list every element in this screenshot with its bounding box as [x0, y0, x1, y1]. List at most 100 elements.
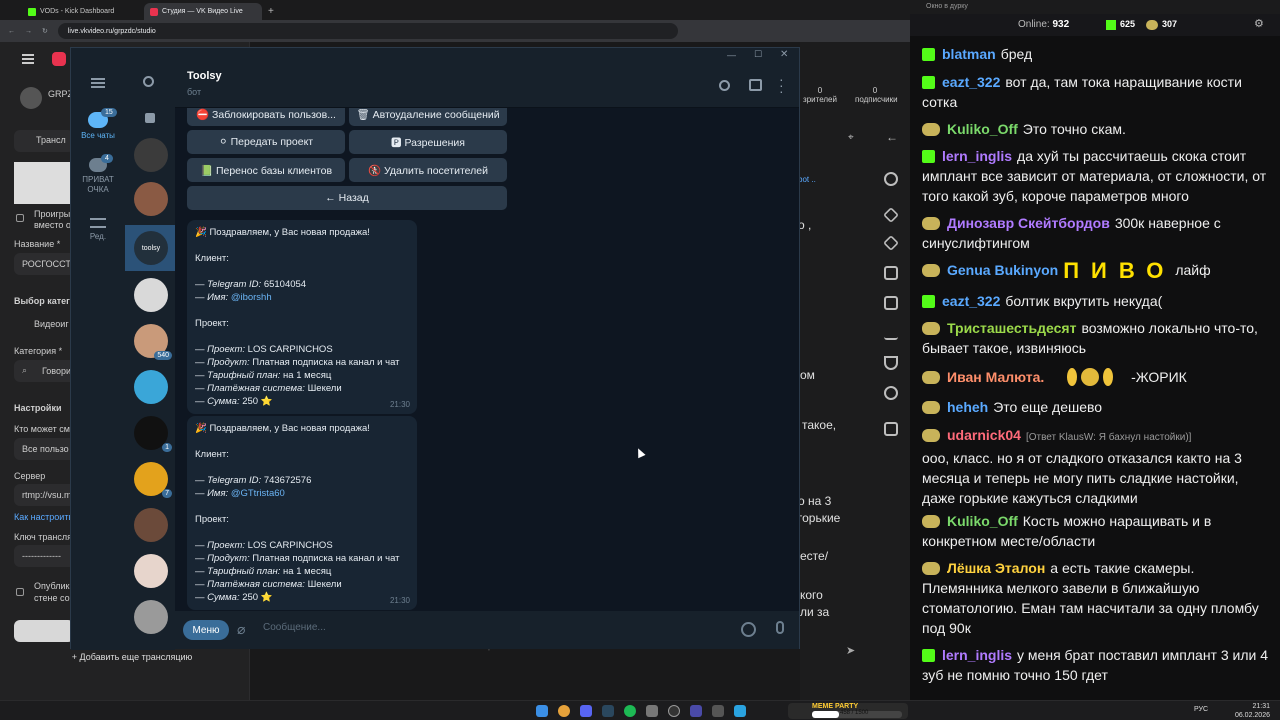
trophy-icon[interactable] — [884, 356, 898, 370]
pivo-badge-icon — [922, 401, 940, 414]
app-icon[interactable] — [646, 705, 658, 717]
pin-icon[interactable]: ⌖ — [848, 132, 854, 143]
chat-username[interactable]: Genua Bukinyon — [947, 262, 1058, 278]
chat-username[interactable]: Kuliko_Off — [947, 513, 1018, 529]
kb-block-user[interactable]: ⛔ Заблокировать пользов... — [187, 108, 345, 126]
chat-avatar[interactable] — [134, 370, 168, 404]
kb-transfer-project[interactable]: ⚪ Передать проект — [187, 130, 345, 154]
chat-username[interactable]: eazt_322 — [942, 293, 1000, 309]
hamburger-icon[interactable] — [91, 78, 105, 80]
obs-icon[interactable] — [668, 705, 680, 717]
steam-icon[interactable] — [602, 705, 614, 717]
back-icon[interactable]: ← — [8, 28, 15, 35]
add-stream-button[interactable]: + Добавить еще трансляцию — [14, 652, 250, 670]
meme-party-widget: MEME PARTY 458 / 1500 — [788, 703, 908, 719]
browser-tab-kick[interactable]: VODs - Kick Dashboard — [22, 3, 140, 20]
chat-username[interactable]: lern_inglis — [942, 148, 1012, 164]
chat-avatar[interactable]: 540 — [134, 324, 172, 360]
chat-avatar[interactable] — [134, 554, 168, 588]
chat-username[interactable]: eazt_322 — [942, 74, 1000, 90]
chat-avatar[interactable] — [134, 182, 168, 216]
kb-back[interactable]: ← Назад — [187, 186, 507, 210]
spotify-icon[interactable] — [624, 705, 636, 717]
chat-message: Kuliko_Off Это точно скам. — [922, 119, 1272, 139]
chrome-icon[interactable] — [558, 705, 570, 717]
message-input[interactable]: Сообщение... — [263, 622, 326, 633]
chat-username[interactable]: heheh — [947, 399, 988, 415]
list-icon[interactable] — [884, 296, 898, 310]
chat-avatar[interactable]: 1 — [134, 416, 172, 452]
search-icon[interactable] — [143, 76, 154, 87]
more-vertical-icon[interactable]: · · · — [779, 72, 784, 98]
attach-icon[interactable]: ⌀ — [237, 621, 245, 638]
folder-all-chats[interactable]: Все чаты 15 — [71, 108, 125, 140]
pivo-badge-icon — [922, 515, 940, 528]
folder-private[interactable]: ПРИВАТ ОЧКА 4 — [71, 154, 125, 195]
username-link[interactable]: @GTtrista60 — [231, 488, 285, 499]
collapse-arrow-icon[interactable]: ← — [886, 130, 898, 144]
chat-username[interactable]: udarnick04 — [947, 427, 1021, 443]
chat-username[interactable]: blatman — [942, 46, 996, 62]
broadcast-tab[interactable]: Трансл — [14, 130, 74, 152]
toolsy-avatar[interactable]: toolsy — [134, 231, 168, 265]
app-icon[interactable] — [690, 705, 702, 717]
online-stat: Online: 932 — [1018, 19, 1069, 30]
donate-icon[interactable] — [884, 422, 898, 436]
forward-icon[interactable]: → — [25, 28, 32, 35]
settings-gear-icon[interactable]: ⚙ — [1254, 17, 1264, 30]
chat-username[interactable]: Kuliko_Off — [947, 121, 1018, 137]
chat-username[interactable]: Лёшка Эталон — [947, 560, 1045, 576]
kick-favicon-icon — [28, 7, 36, 16]
start-icon[interactable] — [536, 705, 548, 717]
discord-icon[interactable] — [580, 705, 592, 717]
checkbox[interactable] — [16, 214, 24, 222]
new-tab-plus-icon[interactable]: + — [268, 6, 274, 17]
chat-avatar[interactable] — [134, 508, 168, 542]
start-button[interactable] — [14, 620, 74, 642]
kb-permissions[interactable]: 🅿 Разрешения — [349, 130, 507, 154]
minimize-icon[interactable]: — — [727, 50, 736, 60]
saved-icon[interactable] — [145, 113, 155, 123]
close-icon[interactable]: ✕ — [780, 49, 788, 60]
field-value: на 1 месяц — [283, 566, 332, 577]
username-link[interactable]: @iborshh — [231, 292, 272, 303]
kb-delete-visitors[interactable]: 🚷 Удалить посетителей — [349, 158, 507, 182]
chat-avatar[interactable] — [134, 600, 168, 634]
chat-title[interactable]: Toolsy — [187, 70, 222, 82]
kb-auto-delete[interactable]: 🗑 Автоудаление сообщений — [349, 108, 507, 126]
menu-icon[interactable] — [22, 54, 34, 56]
link-icon[interactable] — [884, 386, 898, 400]
search-icon[interactable] — [719, 80, 730, 91]
how-to-setup-link[interactable]: Как настроить — [14, 512, 73, 522]
language-indicator[interactable]: РУС — [1194, 706, 1208, 713]
system-clock[interactable]: 21:31 06.02.2026 — [1235, 702, 1270, 720]
emoji-icon[interactable] — [741, 622, 756, 637]
app-icon[interactable] — [712, 705, 724, 717]
chat-username[interactable]: lern_inglis — [942, 647, 1012, 663]
vk-logo-icon[interactable] — [52, 52, 66, 66]
settings-gear-icon[interactable] — [884, 172, 898, 186]
client-label: Клиент: — [195, 449, 229, 460]
chat-avatar[interactable]: 7 — [134, 462, 172, 498]
chat-avatar[interactable] — [134, 278, 168, 312]
kb-transfer-base[interactable]: 📗 Перенос базы клиентов — [187, 158, 345, 182]
maximize-icon[interactable]: ☐ — [754, 49, 762, 60]
telegram-icon[interactable] — [734, 705, 746, 717]
url-field[interactable]: live.vkvideo.ru/grpzdc/studio — [57, 23, 678, 39]
bars-chart-icon[interactable] — [884, 326, 898, 340]
dice-icon[interactable] — [884, 266, 898, 280]
chat-username[interactable]: Динозавр Скейтбордов — [947, 215, 1110, 231]
folder-edit[interactable]: Ред. — [71, 218, 125, 241]
publish-checkbox[interactable] — [16, 588, 24, 596]
sidebar-toggle-icon[interactable] — [749, 79, 762, 91]
chat-avatar[interactable] — [134, 138, 168, 172]
category-type-label[interactable]: Видеоиг — [34, 319, 69, 329]
microphone-icon[interactable] — [776, 621, 784, 634]
chat-username[interactable]: Тристашестьдесят — [947, 320, 1076, 336]
chat-username[interactable]: Иван Малюта. — [947, 369, 1044, 385]
bot-menu-button[interactable]: Меню — [183, 620, 229, 640]
send-icon[interactable]: ➤ — [846, 644, 855, 657]
browser-tab-vk[interactable]: Студия — VK Видео Live — [144, 3, 262, 20]
reload-icon[interactable]: ↻ — [42, 27, 48, 35]
avatar-text: toolsy — [141, 244, 161, 252]
